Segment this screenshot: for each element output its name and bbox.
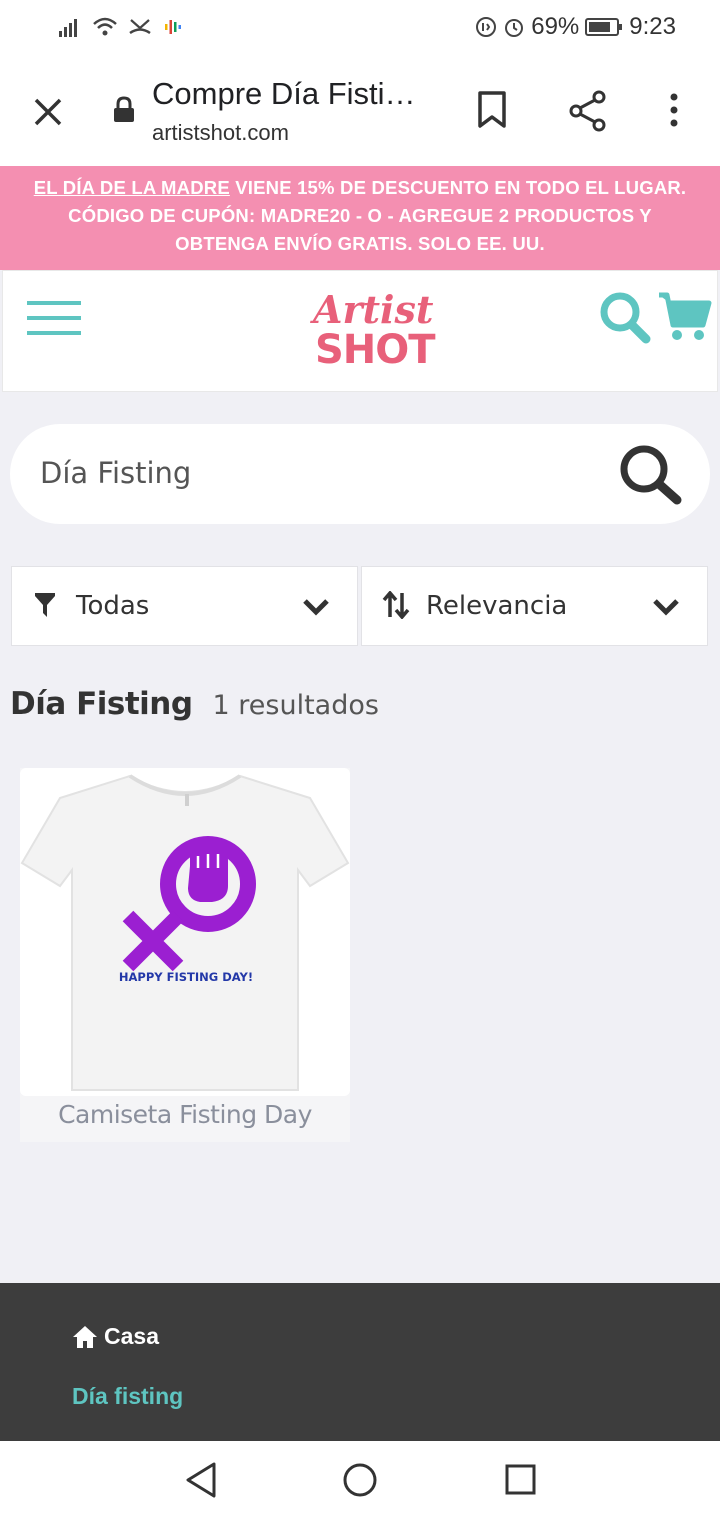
logo-shot-text: SHOT bbox=[315, 327, 436, 373]
promo-line-3: OBTENGA ENVÍO GRATIS. SOLO EE. UU. bbox=[175, 233, 545, 254]
search-input-value[interactable]: Día Fisting bbox=[40, 456, 191, 490]
battery-percent: 69% bbox=[531, 13, 580, 40]
results-count: 1 resultados bbox=[212, 690, 379, 721]
chevron-down-icon bbox=[653, 599, 679, 616]
browser-toolbar: Compre Día Fisti… artistshot.com bbox=[0, 56, 720, 166]
breadcrumb-home-label: Casa bbox=[104, 1323, 159, 1349]
artistshot-logo[interactable]: Artist SHOT bbox=[311, 287, 436, 373]
bookmark-icon[interactable] bbox=[476, 90, 508, 130]
more-options-icon[interactable] bbox=[666, 92, 682, 128]
breadcrumb-current[interactable]: Día fisting bbox=[72, 1383, 183, 1410]
search-field[interactable]: Día Fisting bbox=[10, 424, 710, 524]
page-url[interactable]: artistshot.com bbox=[152, 120, 289, 146]
breadcrumb-footer: Casa Día fisting bbox=[0, 1283, 720, 1441]
recent-apps-icon[interactable] bbox=[504, 1461, 536, 1499]
promo-banner[interactable]: EL DÍA DE LA MADRE VIENE 15% DE DESCUENT… bbox=[0, 166, 720, 270]
hamburger-menu-icon[interactable] bbox=[27, 301, 81, 335]
product-card[interactable]: HAPPY FISTING DAY! Camiseta Fisting Day bbox=[20, 768, 350, 1142]
results-query: Día Fisting bbox=[10, 686, 193, 722]
results-header: Día Fisting 1 resultados bbox=[10, 686, 379, 722]
search-icon[interactable] bbox=[614, 442, 686, 506]
clock: 9:23 bbox=[629, 13, 676, 40]
chevron-down-icon bbox=[303, 599, 329, 616]
signal-icon bbox=[59, 19, 77, 37]
page-title[interactable]: Compre Día Fisti… bbox=[152, 76, 442, 112]
category-filter-label: Todas bbox=[76, 591, 150, 621]
podcast-icon bbox=[165, 20, 181, 34]
home-button-icon[interactable] bbox=[342, 1461, 378, 1499]
category-filter-dropdown[interactable]: Todas bbox=[11, 566, 358, 646]
status-icons-left bbox=[58, 16, 184, 38]
promo-highlight[interactable]: EL DÍA DE LA MADRE bbox=[34, 177, 230, 198]
filter-icon bbox=[35, 593, 55, 617]
logo-script-text: Artist bbox=[313, 287, 434, 332]
alarm-icon bbox=[505, 19, 524, 37]
promo-line-1-rest: VIENE 15% DE DESCUENTO EN TODO EL LUGAR. bbox=[229, 177, 687, 198]
lock-icon bbox=[114, 96, 134, 122]
back-icon[interactable] bbox=[184, 1461, 218, 1499]
breadcrumb-home[interactable]: Casa bbox=[72, 1323, 159, 1350]
home-icon bbox=[73, 1325, 97, 1348]
tshirt-print-text: HAPPY FISTING DAY! bbox=[119, 970, 253, 984]
system-navigation-bar bbox=[0, 1441, 720, 1520]
sort-label: Relevancia bbox=[426, 591, 568, 621]
status-bar: 69% 9:23 bbox=[0, 0, 720, 56]
product-name[interactable]: Camiseta Fisting Day bbox=[20, 1100, 350, 1129]
product-image[interactable]: HAPPY FISTING DAY! bbox=[20, 768, 350, 1096]
status-icons-right: 69% 9:23 bbox=[475, 13, 676, 41]
wifi-icon bbox=[93, 17, 117, 36]
share-icon[interactable] bbox=[568, 90, 608, 132]
tshirt-graphic: HAPPY FISTING DAY! bbox=[20, 774, 350, 1091]
sort-icon bbox=[382, 591, 410, 619]
missed-call-icon bbox=[129, 19, 151, 35]
site-header: Artist SHOT bbox=[2, 270, 718, 392]
sort-dropdown[interactable]: Relevancia bbox=[361, 566, 708, 646]
battery-icon bbox=[585, 18, 623, 36]
data-saver-icon bbox=[476, 17, 497, 37]
promo-line-1: EL DÍA DE LA MADRE VIENE 15% DE DESCUENT… bbox=[0, 174, 720, 202]
promo-line-2: CÓDIGO DE CUPÓN: MADRE20 - O - AGREGUE 2… bbox=[68, 205, 652, 226]
cart-icon[interactable] bbox=[657, 289, 713, 345]
header-search-icon[interactable] bbox=[599, 291, 651, 345]
close-icon[interactable] bbox=[30, 94, 66, 130]
